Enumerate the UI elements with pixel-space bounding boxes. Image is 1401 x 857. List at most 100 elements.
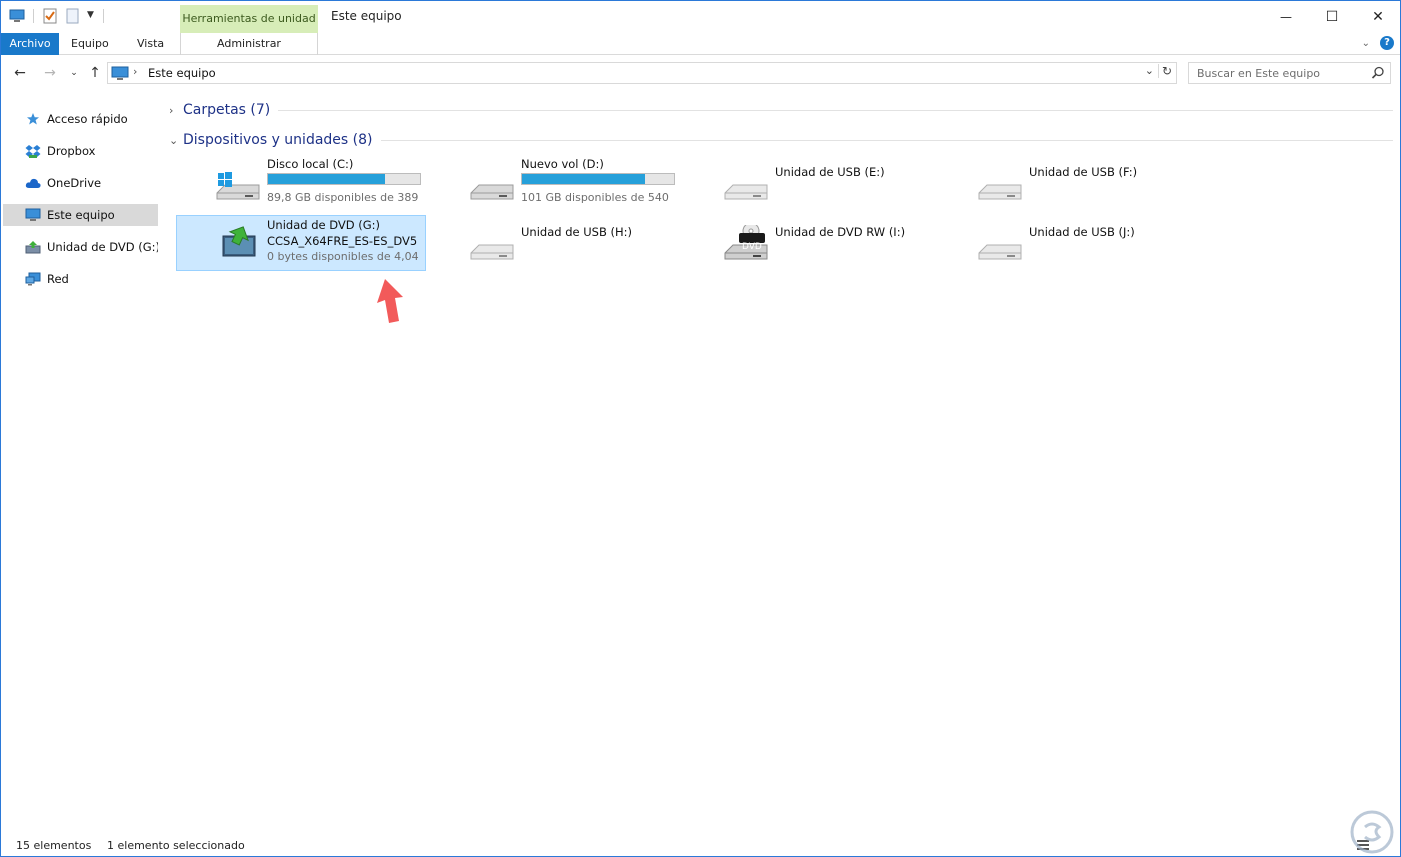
capacity-bar	[267, 173, 421, 185]
sidebar-item-label: OneDrive	[47, 176, 102, 190]
drive-name: Disco local (C:)	[267, 157, 354, 171]
properties-icon[interactable]	[42, 8, 58, 24]
address-row: ← → ⌄ ↑ › Este equipo ⌄ ↻ Buscar en Este…	[1, 56, 1400, 90]
quick-access-separator	[33, 9, 34, 23]
sidebar-item-dropbox[interactable]: Dropbox	[3, 140, 158, 162]
drive-name: Unidad de USB (E:)	[775, 165, 885, 179]
minimize-button[interactable]: —	[1263, 1, 1309, 32]
customize-quick-access-icon[interactable]: ▼	[87, 10, 94, 20]
search-icon[interactable]	[1371, 66, 1385, 80]
sidebar-item-label: Este equipo	[47, 208, 115, 222]
status-bar: 15 elementos 1 elemento seleccionado	[1, 835, 1400, 857]
chevron-down-icon: ⌄	[70, 68, 78, 78]
sidebar-item-onedrive[interactable]: OneDrive	[3, 172, 158, 194]
drive-tile-c[interactable]: Disco local (C:) 89,8 GB disponibles de …	[177, 155, 427, 211]
usb-drive-icon	[724, 184, 768, 200]
drive-tile-h[interactable]: Unidad de USB (H:)	[431, 215, 681, 271]
sidebar-item-label: Dropbox	[47, 144, 96, 158]
forward-button[interactable]: →	[41, 64, 59, 82]
maximize-button[interactable]: ☐	[1309, 1, 1355, 32]
item-count: 15 elementos	[16, 839, 92, 852]
refresh-icon[interactable]: ↻	[1157, 64, 1172, 78]
drive-name: Unidad de USB (F:)	[1029, 165, 1138, 179]
drive-tile-i[interactable]: DVD Unidad de DVD RW (I:)	[685, 215, 935, 271]
computer-icon	[111, 66, 129, 80]
new-folder-icon[interactable]	[65, 8, 81, 24]
breadcrumb-este-equipo[interactable]: Este equipo	[148, 66, 216, 80]
group-title: Dispositivos y unidades (8)	[183, 132, 373, 148]
explorer-window: ▼ Herramientas de unidad Este equipo — ☐…	[0, 0, 1401, 857]
expand-ribbon-icon[interactable]: ⌄	[1362, 38, 1370, 49]
capacity-bar-fill	[268, 174, 386, 184]
content-pane: › Carpetas (7) ⌄ Dispositivos y unidades…	[161, 93, 1400, 833]
arrow-left-icon: ←	[14, 65, 26, 81]
usb-drive-icon	[470, 244, 514, 260]
drive-free-space: 101 GB disponibles de 540	[521, 191, 669, 204]
drive-tile-e[interactable]: Unidad de USB (E:)	[685, 155, 935, 211]
tab-archivo[interactable]: Archivo	[1, 33, 59, 55]
ribbon-tabs: Archivo Equipo Vista Administrar ⌄ ?	[1, 33, 1400, 55]
help-icon[interactable]: ?	[1380, 36, 1394, 50]
watermark-logo-icon	[1350, 810, 1394, 854]
dvd-install-icon	[222, 226, 256, 257]
drive-name: Unidad de USB (J:)	[1029, 225, 1135, 239]
up-button[interactable]: ↑	[86, 64, 104, 82]
sidebar-item-label: Red	[47, 272, 69, 286]
network-icon	[25, 271, 41, 287]
chevron-right-icon: ›	[169, 103, 174, 117]
close-icon: ✕	[1372, 8, 1384, 25]
dvd-badge: DVD	[742, 242, 762, 252]
computer-icon	[25, 207, 41, 223]
group-divider	[278, 109, 1393, 111]
drive-name: Unidad de DVD RW (I:)	[775, 225, 906, 239]
drive-name: Unidad de USB (H:)	[521, 225, 632, 239]
cloud-icon	[25, 175, 41, 191]
sidebar-item-dvd-g[interactable]: Unidad de DVD (G:) C	[3, 236, 158, 258]
sidebar-item-label: Unidad de DVD (G:) C	[47, 240, 158, 254]
drive-free-space: 0 bytes disponibles de 4,04	[267, 250, 419, 263]
star-icon	[25, 111, 41, 127]
usb-drive-icon	[978, 184, 1022, 200]
title-bar: ▼ Herramientas de unidad Este equipo — ☐…	[1, 1, 1400, 33]
breadcrumb-chevron-icon[interactable]: ›	[133, 65, 137, 78]
search-box[interactable]: Buscar en Este equipo	[1188, 62, 1391, 84]
drive-name: Nuevo vol (D:)	[521, 157, 604, 171]
tab-vista[interactable]: Vista	[127, 33, 174, 55]
drive-tile-j[interactable]: Unidad de USB (J:)	[939, 215, 1189, 271]
group-title: Carpetas (7)	[183, 102, 271, 118]
tab-equipo[interactable]: Equipo	[61, 33, 119, 55]
quick-access-separator	[103, 9, 104, 23]
drive-tile-f[interactable]: Unidad de USB (F:)	[939, 155, 1189, 211]
drive-free-space: 89,8 GB disponibles de 389	[267, 191, 419, 204]
selection-count: 1 elemento seleccionado	[107, 839, 245, 852]
search-input[interactable]: Buscar en Este equipo	[1197, 67, 1320, 80]
drive-tile-d[interactable]: Nuevo vol (D:) 101 GB disponibles de 540	[431, 155, 681, 211]
address-bar[interactable]: › Este equipo ⌄ ↻	[107, 62, 1177, 84]
hard-drive-icon	[470, 184, 514, 200]
usb-drive-icon	[978, 244, 1022, 260]
recent-locations-button[interactable]: ⌄	[65, 64, 83, 82]
drive-volume-label: CCSA_X64FRE_ES-ES_DV5	[267, 234, 418, 248]
drive-tile-g[interactable]: Unidad de DVD (G:) CCSA_X64FRE_ES-ES_DV5…	[176, 215, 426, 271]
close-button[interactable]: ✕	[1355, 1, 1401, 32]
dropbox-icon	[25, 143, 41, 159]
group-header-carpetas[interactable]: › Carpetas (7)	[169, 99, 1393, 121]
maximize-icon: ☐	[1325, 8, 1339, 25]
system-drive-icon	[216, 172, 260, 200]
sidebar-item-acceso-rapido[interactable]: Acceso rápido	[3, 108, 158, 130]
sidebar-item-este-equipo[interactable]: Este equipo	[3, 204, 158, 226]
annotation-arrow-icon	[377, 279, 403, 323]
window-title: Este equipo	[331, 9, 402, 23]
capacity-bar	[521, 173, 675, 185]
chevron-down-icon: ⌄	[169, 133, 179, 147]
context-tab-drive-tools[interactable]: Herramientas de unidad	[180, 5, 318, 33]
address-dropdown-icon[interactable]: ⌄	[1145, 64, 1154, 77]
back-button[interactable]: ←	[11, 64, 29, 82]
drive-name: Unidad de DVD (G:)	[267, 218, 381, 232]
sidebar-item-red[interactable]: Red	[3, 268, 158, 290]
tab-administrar[interactable]: Administrar	[180, 33, 318, 55]
dvd-drive-icon	[25, 239, 41, 255]
group-header-dispositivos[interactable]: ⌄ Dispositivos y unidades (8)	[169, 129, 1393, 151]
computer-icon[interactable]	[9, 8, 25, 24]
arrow-up-icon: ↑	[89, 65, 101, 81]
